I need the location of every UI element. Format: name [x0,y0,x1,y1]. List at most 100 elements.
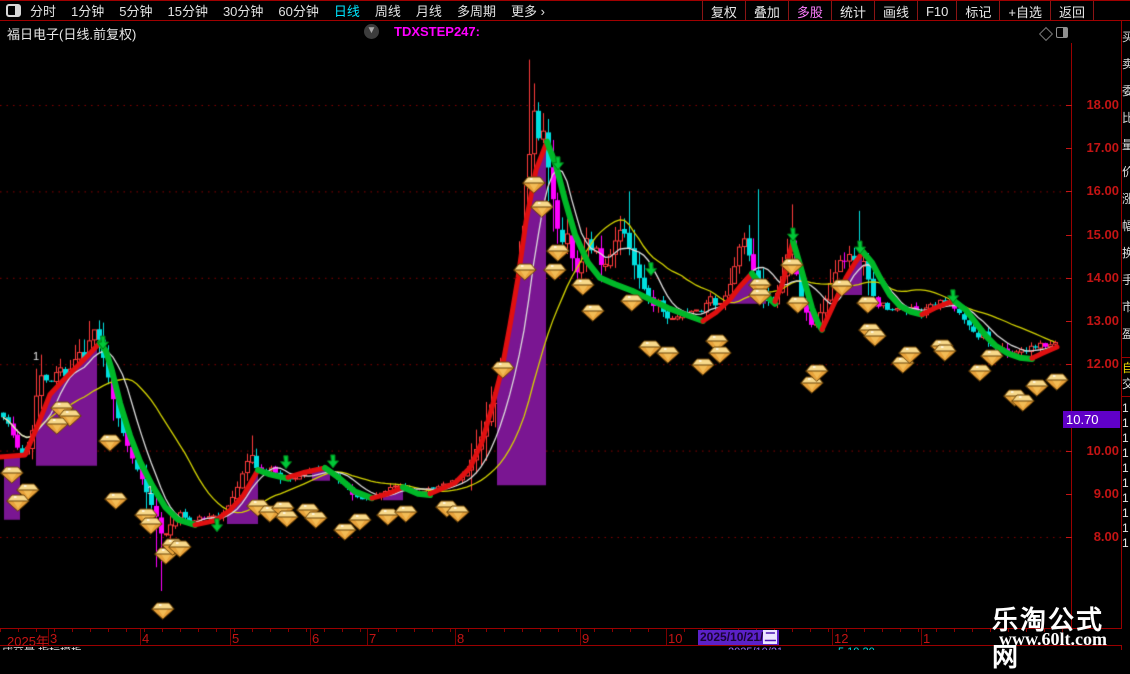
tool-biaoji[interactable]: 标记 [956,1,999,20]
period-weekly[interactable]: 周线 [375,1,401,20]
price-tick [1066,105,1072,106]
month-divider [580,629,581,645]
month-divider [832,629,833,645]
period-multi[interactable]: 多周期 [457,1,496,20]
price-tick [1066,450,1072,452]
sliver-char: 盈 [1122,327,1130,341]
sliver-char: 价 [1122,165,1130,179]
tool-diejia[interactable]: 叠加 [744,1,788,20]
sliver-char: 市 [1122,300,1130,314]
tool-f10[interactable]: F10 [916,1,956,20]
sliver-char: 买 [1122,30,1130,44]
current-price-badge: 10.70 [1063,411,1120,429]
month-label-8: 8 [457,631,465,646]
price-tick [1066,321,1072,322]
sliver-char: 委 [1122,84,1130,98]
month-divider [48,629,49,645]
weekly-ticks [0,629,1071,632]
chevron-down-icon[interactable]: ▼ [364,24,379,39]
title-row: 福日电子(日线.前复权) ▼ TDXSTEP247: [0,21,1130,42]
sliver-char: 交 [1122,377,1130,391]
price-label-15: 15.00 [1086,226,1119,242]
sliver-char: 量 [1122,138,1130,152]
price-label-9: 9.00 [1093,485,1119,501]
month-divider [666,629,667,645]
month-divider [310,629,311,645]
price-tick [1066,537,1072,538]
sliver-char: 幅 [1122,219,1130,233]
price-tick [1066,364,1072,366]
sliver-char: 1 [1122,491,1129,505]
sliver-char: 卖 [1122,57,1130,71]
month-divider [230,629,231,645]
price-label-14: 14.00 [1086,269,1119,285]
period-daily[interactable]: 日线 [334,1,360,20]
month-label-4: 4 [142,631,150,646]
crosshair-date-badge: 2025/10/21/二 [698,630,780,645]
stock-title: 福日电子(日线.前复权) [7,27,137,42]
tools-menu: 复权 叠加 多股 统计 画线 F10 标记 +自选 返回 [701,1,1094,20]
sliver-char: 1 [1122,431,1129,445]
month-label-9: 9 [582,631,590,646]
price-label-13: 13.00 [1086,313,1119,328]
sliver-divider [1122,357,1130,358]
top-menu-bar: 分时 1分钟 5分钟 15分钟 30分钟 60分钟 日线 周线 月线 多周期 更多 › 复权 叠加 多股… [0,0,1130,21]
month-label-6: 6 [312,631,320,646]
sliver-char: 比 [1122,111,1130,125]
period-5min[interactable]: 5分钟 [119,1,152,20]
tool-tongji[interactable]: 统计 [830,1,874,20]
tool-duogu[interactable]: 多股 [787,1,831,20]
time-axis: 2025年 2025/10/21/二 3 4 5 6 7 8 9 10 12 1 [0,628,1122,649]
sliver-char: 1 [1122,536,1129,550]
period-more[interactable]: 更多 › [511,1,545,20]
period-menu: 分时 1分钟 5分钟 15分钟 30分钟 60分钟 日线 周线 月线 多周期 更多 › [30,1,545,20]
month-label-3: 3 [50,631,58,646]
sliver-divider [1122,396,1130,397]
sliver-char: 1 [1122,401,1129,415]
period-60min[interactable]: 60分钟 [278,1,318,20]
sliver-char: 1 [1122,506,1129,520]
period-30min[interactable]: 30分钟 [223,1,263,20]
price-label-17: 17.00 [1086,140,1119,156]
period-fenshi[interactable]: 分时 [30,1,56,20]
month-label-5: 5 [232,631,240,646]
sliver-char: 手 [1122,273,1130,287]
month-label-12: 12 [834,631,849,646]
sliver-char: 换 [1122,246,1130,260]
price-label-12: 12.00 [1086,356,1119,372]
price-label-16: 16.00 [1086,183,1119,199]
price-tick [1066,493,1072,495]
price-tick [1066,148,1072,150]
tool-zixuan[interactable]: +自选 [999,1,1050,20]
month-divider [455,629,456,645]
sliver-char: 1 [1122,416,1129,430]
price-chart-canvas[interactable] [0,43,1071,628]
indicator-label: TDXSTEP247: [394,24,480,39]
period-1min[interactable]: 1分钟 [71,1,104,20]
period-monthly[interactable]: 月线 [416,1,442,20]
period-15min[interactable]: 15分钟 [167,1,207,20]
sliver-char: 1 [1122,461,1129,475]
sliver-char: 涨 [1122,192,1130,206]
price-label-10: 10.00 [1086,442,1119,458]
price-axis: 10.70 18.00 17.00 16.00 15.00 14.00 13.00 12.0… [1063,43,1121,628]
month-divider [367,629,368,645]
month-label-1: 1 [923,631,931,646]
watermark-url: www.60lt.com [999,629,1107,649]
month-label-10: 10 [668,631,683,646]
tool-huaxian[interactable]: 画线 [873,1,917,20]
price-tick [1066,234,1072,236]
window-layout-icon[interactable] [6,4,21,17]
quote-panel-sliver: 买卖委比量价涨幅换手市盈自交1111111111 [1122,21,1130,650]
price-label-18: 18.00 [1086,97,1119,112]
price-label-8: 8.00 [1093,529,1119,544]
month-label-7: 7 [369,631,377,646]
sliver-char: 1 [1122,476,1129,490]
month-divider [921,629,922,645]
tool-fanhui[interactable]: 返回 [1049,1,1094,20]
month-divider [140,629,141,645]
pane-layout-icon[interactable] [1056,27,1068,38]
sliver-char: 1 [1122,521,1129,535]
sliver-char: 自 [1122,361,1130,375]
tool-fuquan[interactable]: 复权 [701,1,745,20]
